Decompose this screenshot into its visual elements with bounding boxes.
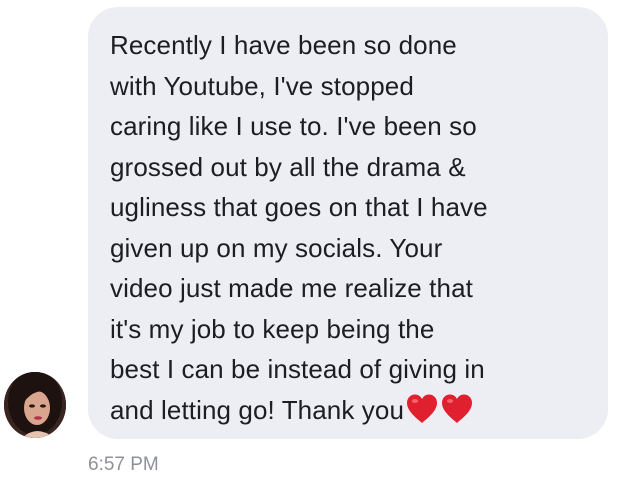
hearts-emoji-group [405, 393, 475, 437]
message-line: ugliness that goes on that I have [110, 192, 488, 222]
message-line: given up on my socials. Your [110, 232, 443, 263]
message-line-last: and letting go! Thank you [110, 394, 405, 425]
red-heart-icon [442, 394, 473, 423]
message-text: Recently I have been so done with Youtub… [110, 25, 590, 436]
sender-avatar[interactable] [4, 372, 66, 438]
message-line: grossed out by all the drama & [110, 151, 466, 182]
message-line: video just made me realize that [110, 273, 473, 303]
incoming-message: Recently I have been so done with Youtub… [0, 0, 628, 484]
message-line: with Youtube, I've stopped [110, 70, 414, 101]
message-line: Recently I have been so done [110, 30, 457, 60]
red-heart-icon [407, 394, 438, 423]
message-bubble[interactable]: Recently I have been so done with Youtub… [88, 7, 608, 439]
message-line: caring like I use to. I've been so [110, 111, 477, 141]
message-line: best I can be instead of giving in [110, 354, 485, 384]
message-line: it's my job to keep being the [110, 313, 435, 344]
message-timestamp: 6:57 PM [88, 454, 159, 475]
profile-photo-icon [4, 372, 66, 438]
